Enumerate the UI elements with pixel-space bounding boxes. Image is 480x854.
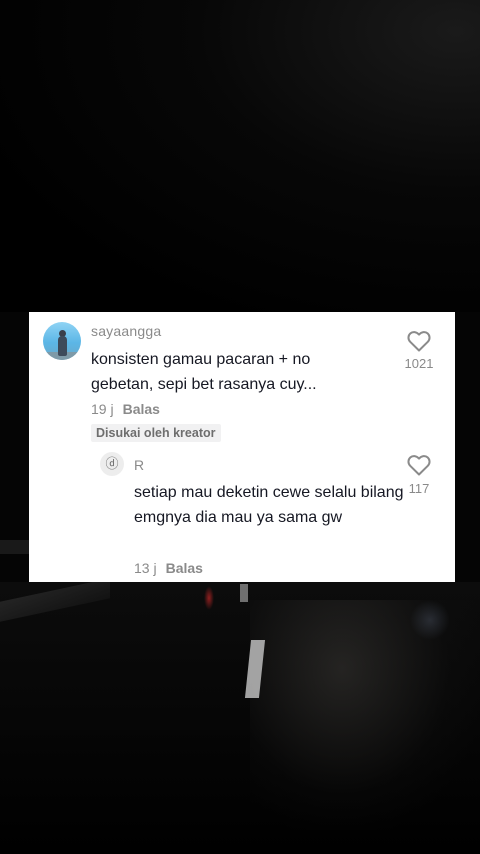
reply-username[interactable]: R <box>134 457 144 473</box>
road-rail-left <box>0 540 30 554</box>
reply-text: setiap mau deketin cewe selalu bilang em… <box>134 484 404 526</box>
reply-like-button[interactable]: 117 <box>397 454 441 496</box>
comment-time: 19 j <box>91 401 114 417</box>
reply-avatar[interactable]: ⓓ <box>100 452 124 476</box>
comment-like-count: 1021 <box>404 356 434 371</box>
reply-reply-button[interactable]: Balas <box>166 560 203 576</box>
roadside-light <box>410 600 450 640</box>
comment-text: konsisten gamau pacaran + no gebetan, se… <box>91 351 317 393</box>
comment-username[interactable]: sayaangga <box>91 323 161 339</box>
reply-meta: 13 j Balas <box>134 560 203 576</box>
comment-like-button[interactable]: 1021 <box>397 330 441 371</box>
reply-button[interactable]: Balas <box>123 401 160 417</box>
reply-like-count: 117 <box>408 481 430 496</box>
heart-outline-icon[interactable] <box>397 454 441 476</box>
avatar[interactable] <box>43 322 81 360</box>
heart-outline-icon[interactable] <box>397 330 441 352</box>
tail-light <box>204 586 214 610</box>
video-background-top <box>0 0 480 312</box>
reply-time: 13 j <box>134 560 157 576</box>
creator-liked-badge: Disukai oleh kreator <box>91 424 221 442</box>
lane-marking-far <box>240 584 248 602</box>
comment-card: sayaangga konsisten gamau pacaran + no g… <box>29 312 455 582</box>
video-frame: sayaangga konsisten gamau pacaran + no g… <box>0 0 480 854</box>
comment-meta: 19 j Balas <box>91 401 160 417</box>
